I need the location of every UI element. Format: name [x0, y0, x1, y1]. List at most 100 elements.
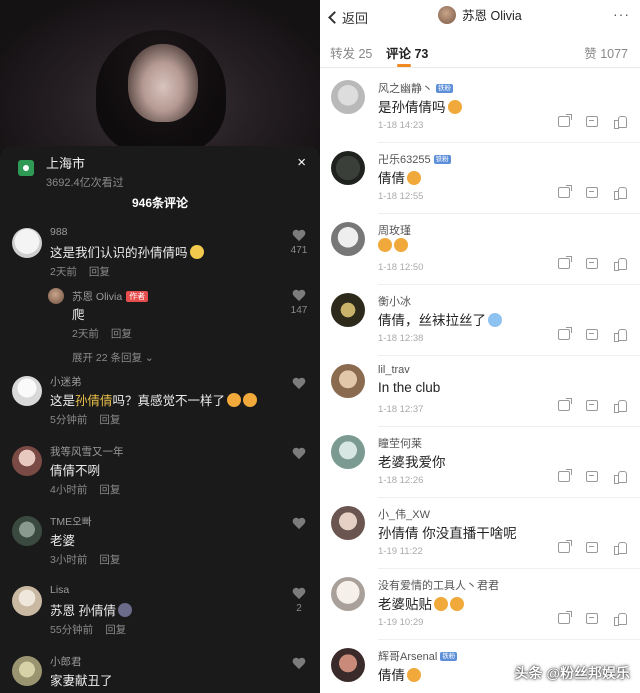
location-views: 3692.4亿次看过 [46, 177, 124, 189]
share-icon[interactable] [558, 469, 572, 482]
blush-emoji-icon [243, 393, 258, 407]
share-icon[interactable] [558, 540, 572, 553]
close-icon[interactable]: × [297, 154, 306, 171]
comment-username[interactable]: 没有爱情的工具人丶君君 [378, 577, 499, 593]
comment-username[interactable]: 我等风雪又一年 [50, 444, 124, 459]
avatar[interactable] [331, 222, 365, 256]
comment-text: 苏恩 孙倩倩 [50, 600, 132, 619]
thumbs-up-icon[interactable] [614, 116, 627, 129]
thumbs-up-icon[interactable] [614, 258, 627, 271]
comment-username[interactable]: 小_伟_XW [378, 506, 430, 522]
avatar[interactable] [48, 288, 64, 304]
comment-username[interactable]: lil_trav [378, 364, 410, 376]
comment-time: 1-19 11:22 [378, 546, 423, 557]
comment-username[interactable]: Lisa [50, 584, 69, 596]
avatar[interactable] [331, 293, 365, 327]
thumbs-up-icon[interactable] [614, 613, 627, 626]
avatar[interactable] [331, 435, 365, 469]
tab-comments[interactable]: 评论 73 [386, 43, 428, 62]
comment-username[interactable]: 辉哥Arsenal [378, 651, 437, 663]
reply-button[interactable]: 回复 [89, 266, 110, 278]
avatar[interactable] [12, 376, 42, 406]
comment-icon[interactable] [586, 471, 598, 482]
heart-icon [292, 518, 306, 531]
reply-button[interactable]: 回复 [99, 484, 120, 496]
comment-username[interactable]: 风之幽静丶 [378, 83, 433, 95]
like-button[interactable]: 147 [288, 290, 310, 316]
comment-time: 1-18 12:50 [378, 262, 424, 273]
like-button[interactable] [288, 658, 310, 671]
video-figure-face [128, 44, 198, 122]
comment-text: 老婆 [50, 534, 76, 548]
share-icon[interactable] [558, 256, 572, 269]
comment-icon[interactable] [586, 187, 598, 198]
like-count: 147 [290, 305, 308, 316]
back-button[interactable]: 返回 [330, 8, 368, 27]
reply-item: 苏恩 Olivia 作者 爬 2天前 回复 147 [12, 288, 312, 340]
comment-text: 倩倩 [378, 167, 421, 187]
tab-repost[interactable]: 转发 25 [330, 43, 372, 62]
like-count: 471 [290, 245, 308, 256]
expand-replies-link[interactable]: 展开 22 条回复 ⌄ [72, 350, 154, 365]
comment-username[interactable]: 瞳茔何莱 [378, 435, 422, 451]
mention-link[interactable]: 孙倩倩 [75, 394, 113, 408]
thumbs-up-icon[interactable] [614, 400, 627, 413]
comment-icon[interactable] [586, 400, 598, 411]
heart-icon [292, 378, 306, 391]
comment-username[interactable]: TME오빠 [50, 514, 91, 529]
comment-text: 这是我们认识的孙倩倩吗 [50, 242, 204, 261]
tab-likes[interactable]: 赞 1077 [584, 43, 628, 62]
share-icon[interactable] [558, 611, 572, 624]
reply-button[interactable]: 回复 [99, 414, 120, 426]
more-options-icon[interactable]: ··· [613, 6, 630, 22]
comment-username[interactable]: 苏恩 Olivia [72, 291, 122, 303]
avatar[interactable] [12, 228, 42, 258]
comment-icon[interactable] [586, 258, 598, 269]
comment-username[interactable]: 988 [50, 226, 68, 238]
thumbs-up-icon[interactable] [614, 329, 627, 342]
fan-badge: 铁粉 [436, 84, 453, 93]
comment-icon[interactable] [586, 542, 598, 553]
fan-badge: 铁粉 [433, 155, 451, 164]
avatar[interactable] [331, 151, 365, 185]
share-icon[interactable] [558, 398, 572, 411]
avatar[interactable] [331, 648, 365, 682]
heart-eyes-emoji-icon [450, 597, 464, 611]
comment-icon[interactable] [586, 116, 598, 127]
location-row[interactable]: 上海市 3692.4亿次看过 [18, 156, 124, 190]
share-icon[interactable] [558, 114, 572, 127]
thumbs-up-icon[interactable] [614, 471, 627, 484]
avatar[interactable] [331, 577, 365, 611]
comment-username[interactable]: 卍乐63255 [378, 154, 431, 166]
avatar[interactable] [12, 586, 42, 616]
share-icon[interactable] [558, 327, 572, 340]
avatar[interactable] [12, 446, 42, 476]
like-button[interactable] [288, 378, 310, 391]
avatar[interactable] [331, 364, 365, 398]
comment-item: 988 这是我们认识的孙倩倩吗 2天前 回复 471 [12, 226, 312, 278]
comment-username[interactable]: 小郎君 [50, 654, 82, 669]
reply-button[interactable]: 回复 [105, 624, 126, 636]
comment-username[interactable]: 小迷弟 [50, 374, 82, 389]
comment-icon[interactable] [586, 613, 598, 624]
comment-username[interactable]: 周玫瑾 [378, 222, 411, 238]
comment-item: 小迷弟 这是孙倩倩吗？真感觉不一样了 5分钟前 回复 [12, 376, 312, 428]
avatar[interactable] [331, 506, 365, 540]
comment-item: Lisa 苏恩 孙倩倩 55分钟前 回复 2 [12, 584, 312, 638]
like-button[interactable]: 471 [288, 230, 310, 256]
avatar[interactable] [12, 656, 42, 686]
comment-username[interactable]: 衡小冰 [378, 293, 411, 309]
avatar[interactable] [12, 516, 42, 546]
like-button[interactable] [288, 518, 310, 531]
avatar[interactable] [331, 80, 365, 114]
profile-header[interactable]: 苏恩 Olivia [438, 5, 522, 24]
like-button[interactable]: 2 [288, 588, 310, 614]
thumbs-up-icon[interactable] [614, 187, 627, 200]
like-button[interactable] [288, 448, 310, 461]
reply-button[interactable]: 回复 [99, 554, 120, 566]
share-icon[interactable] [558, 185, 572, 198]
comment-icon[interactable] [586, 329, 598, 340]
thumbs-up-icon[interactable] [614, 542, 627, 555]
left-video-panel: 上海市 3692.4亿次看过 × 946条评论 988 这是我们认识的孙倩倩吗 … [0, 0, 320, 693]
reply-button[interactable]: 回复 [111, 328, 132, 340]
